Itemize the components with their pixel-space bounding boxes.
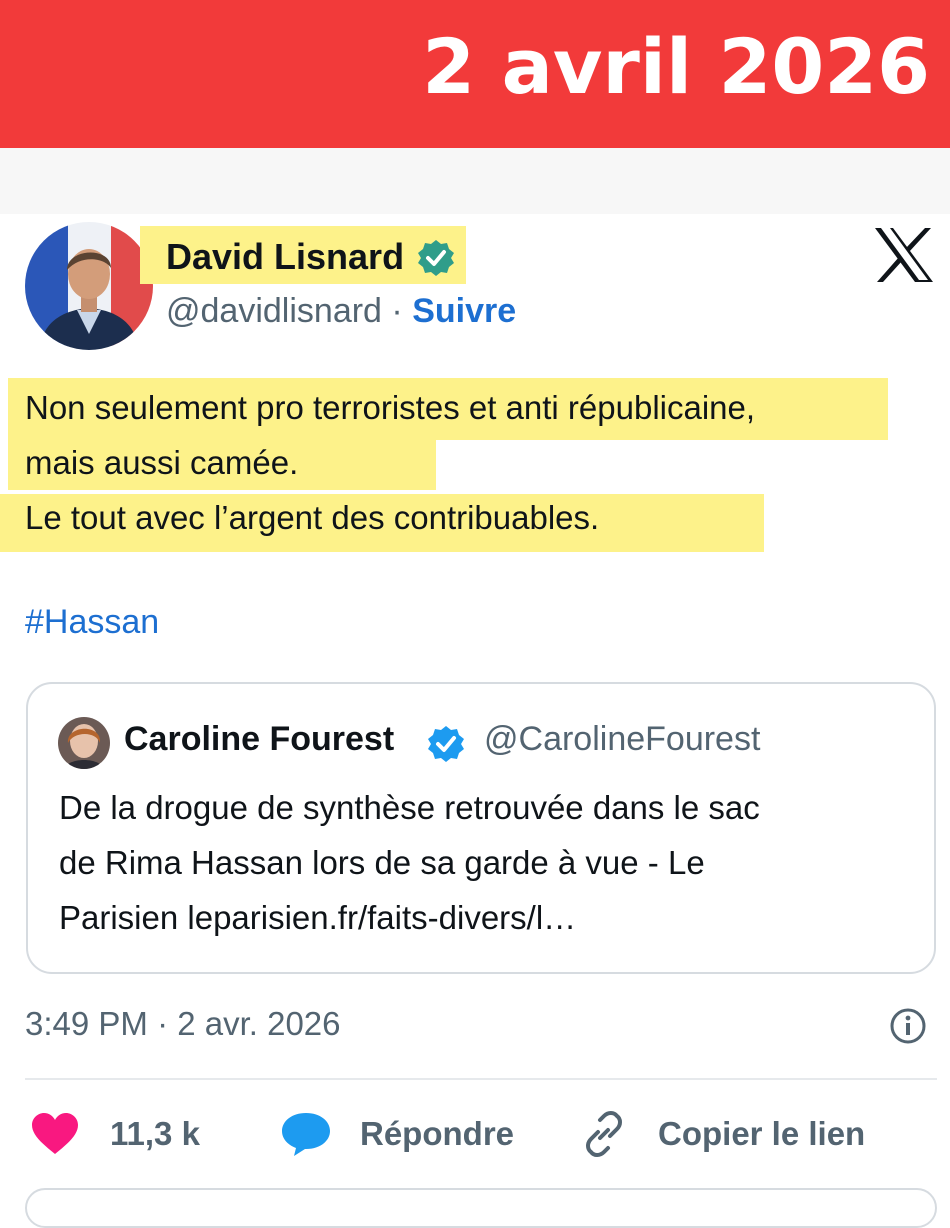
- author-handle[interactable]: @davidlisnard: [166, 292, 382, 330]
- reply-button[interactable]: Répondre: [280, 1110, 514, 1158]
- info-icon[interactable]: [889, 1007, 927, 1045]
- link-icon: [586, 1111, 622, 1157]
- tweet-text-line: mais aussi camée.: [25, 444, 299, 481]
- verified-badge-icon: [418, 240, 454, 276]
- copy-link-button[interactable]: Copier le lien: [580, 1110, 865, 1158]
- date-banner: 2 avril 2026: [0, 0, 950, 148]
- quoted-author-handle: @CarolineFourest: [484, 720, 761, 758]
- tweet-timestamp[interactable]: 3:49 PM · 2 avr. 2026: [25, 1005, 341, 1043]
- x-logo-icon[interactable]: [873, 226, 935, 284]
- author-handle-line: @davidlisnard · Suivre: [166, 292, 516, 331]
- verified-badge-icon: [428, 726, 464, 762]
- tweet-text-line: Non seulement pro terroristes et anti ré…: [25, 389, 756, 426]
- quoted-author-avatar[interactable]: [58, 717, 110, 769]
- reply-label: Répondre: [360, 1115, 515, 1152]
- author-name[interactable]: David Lisnard: [166, 236, 404, 278]
- like-button[interactable]: 11,3 k: [30, 1110, 200, 1158]
- tweet-text-line: Le tout avec l’argent des contribuables.: [25, 499, 600, 536]
- quoted-author-name: Caroline Fourest: [124, 720, 395, 758]
- follow-button[interactable]: Suivre: [412, 292, 516, 330]
- handle-separator: ·: [391, 292, 403, 330]
- next-card-edge: [25, 1188, 937, 1228]
- author-avatar[interactable]: [25, 222, 153, 350]
- divider: [25, 1078, 937, 1080]
- copy-link-label: Copier le lien: [658, 1115, 866, 1152]
- quoted-text-line: Parisien leparisien.fr/faits-divers/l…: [59, 899, 577, 936]
- like-count: 11,3 k: [110, 1115, 200, 1152]
- banner-date: 2 avril 2026: [422, 22, 930, 111]
- hashtag-link[interactable]: #Hassan: [25, 603, 159, 642]
- heart-icon: [32, 1113, 78, 1154]
- quoted-text-line: De la drogue de synthèse retrouvée dans …: [59, 789, 760, 826]
- banner-gap: [0, 148, 950, 214]
- quoted-text-line: de Rima Hassan lors de sa garde à vue - …: [59, 844, 705, 881]
- reply-bubble-icon: [282, 1113, 330, 1156]
